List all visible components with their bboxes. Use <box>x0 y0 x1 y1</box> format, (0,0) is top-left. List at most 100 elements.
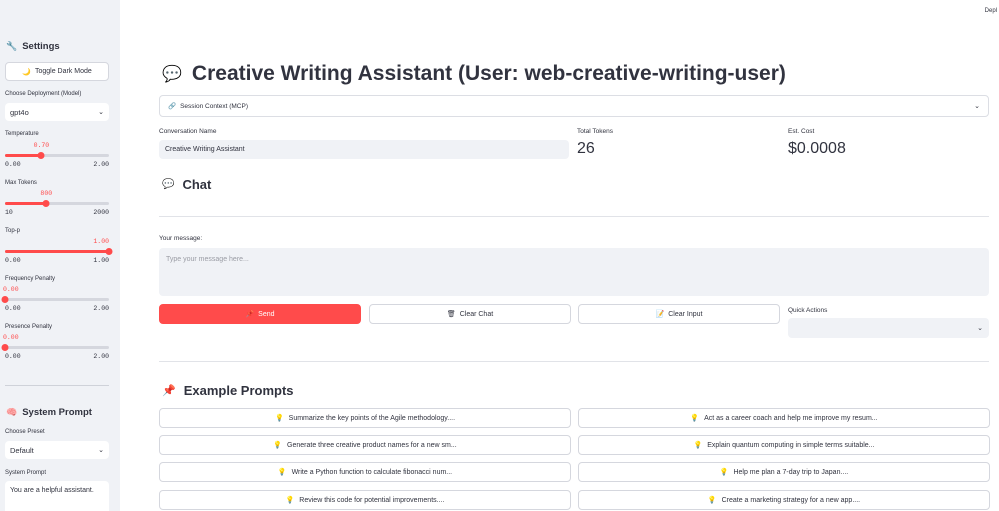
slider-max: 2.00 <box>93 161 109 168</box>
sidebar-divider <box>5 385 109 386</box>
examples-divider <box>159 361 989 362</box>
example-prompt-button[interactable]: 💡 Help me plan a 7-day trip to Japan.... <box>578 462 990 482</box>
system-prompt-title: System Prompt <box>22 407 92 418</box>
lightbulb-icon: 💡 <box>719 469 729 476</box>
slider-track[interactable] <box>1 296 109 303</box>
example-prompts-heading: 📌 Example Prompts <box>162 383 294 398</box>
example-prompt-button[interactable]: 💡 Explain quantum computing in simple ter… <box>578 435 990 455</box>
clear-chat-button[interactable]: 🗑 Clear Chat <box>369 304 571 324</box>
system-prompt-label: System Prompt <box>5 470 47 476</box>
memo-icon: 📝 <box>655 311 665 318</box>
system-prompt-textarea[interactable]: You are a helpful assistant. <box>5 481 109 511</box>
slider-min: 0.00 <box>5 257 21 264</box>
slider-max: 2000 <box>93 209 109 216</box>
slider-min: 0.00 <box>5 353 21 360</box>
conversation-name-label: Conversation Name <box>159 128 217 135</box>
preset-select[interactable]: Default ⌄ <box>5 441 109 459</box>
brain-icon: 🧠 <box>6 407 18 417</box>
est-cost-value: $0.0008 <box>788 140 846 157</box>
example-prompt-label: Explain quantum computing in simple term… <box>707 441 875 449</box>
toggle-dark-mode-button[interactable]: 🌙 Toggle Dark Mode <box>5 62 109 81</box>
est-cost-label: Est. Cost <box>788 128 815 135</box>
slider-thumb[interactable] <box>1 344 9 351</box>
toggle-dark-mode-label: Toggle Dark Mode <box>34 68 92 75</box>
chevron-down-icon: ⌄ <box>98 447 104 454</box>
clear-input-button[interactable]: 📝 Clear Input <box>578 304 780 324</box>
example-prompt-label: Act as a career coach and help me improv… <box>704 414 878 422</box>
deployment-select[interactable]: gpt4o ⌄ <box>5 103 109 121</box>
slider-fill <box>5 154 42 157</box>
slider-value: 0.00 <box>3 286 19 293</box>
session-context-expander[interactable]: 🔗 Session Context (MCP) ⌄ <box>159 95 989 117</box>
example-prompt-label: Summarize the key points of the Agile me… <box>288 414 456 422</box>
slider-fill <box>5 202 47 205</box>
slider-track[interactable] <box>5 248 113 255</box>
chat-divider <box>159 216 989 217</box>
slider-track[interactable] <box>5 152 109 159</box>
crescent-moon-icon: 🌙 <box>22 68 31 76</box>
example-prompt-button[interactable]: 💡 Summarize the key points of the Agile m… <box>159 408 571 428</box>
lightbulb-icon: 💡 <box>285 497 295 504</box>
preset-value: Default <box>10 445 34 455</box>
total-tokens-label: Total Tokens <box>577 128 614 135</box>
session-context-label: Session Context (MCP) <box>180 102 249 110</box>
page-title-text: Creative Writing Assistant (User: web-cr… <box>191 62 786 85</box>
lightbulb-icon: 💡 <box>693 442 703 449</box>
message-input[interactable]: Type your message here... <box>159 248 989 296</box>
conversation-name-input[interactable]: Creative Writing Assistant <box>159 140 569 159</box>
chat-title: Chat <box>182 177 212 192</box>
speech-balloon-icon: 💬 <box>162 179 175 190</box>
slider-value: 0.00 <box>3 334 19 341</box>
chat-heading: 💬 Chat <box>162 177 211 192</box>
slider-max: 2.00 <box>93 353 109 360</box>
slider-thumb[interactable] <box>37 152 45 159</box>
top-p-label: Top-p <box>5 228 21 234</box>
slider-min: 0.00 <box>5 305 21 312</box>
lightbulb-icon: 💡 <box>277 469 287 476</box>
total-tokens-value: 26 <box>577 140 595 157</box>
send-button[interactable]: 📌 Send <box>159 304 361 324</box>
example-prompt-label: Create a marketing strategy for a new ap… <box>721 496 861 504</box>
example-prompt-label: Help me plan a 7-day trip to Japan.... <box>733 468 849 476</box>
speech-balloon-icon: 💬 <box>162 66 182 83</box>
clear-input-label: Clear Input <box>668 310 703 318</box>
settings-title: Settings <box>22 41 60 52</box>
wastebasket-icon: 🗑 <box>446 311 456 318</box>
deploy-button[interactable]: Depl <box>985 8 997 14</box>
lightbulb-icon: 💡 <box>707 497 717 504</box>
pushpin-icon: 📌 <box>162 385 176 397</box>
example-prompt-label: Write a Python function to calculate fib… <box>291 468 453 476</box>
max-tokens-label: Max Tokens <box>5 180 37 186</box>
example-prompt-button[interactable]: 💡 Act as a career coach and help me impro… <box>578 408 990 428</box>
example-prompt-button[interactable]: 💡 Create a marketing strategy for a new a… <box>578 490 990 510</box>
settings-heading: 🔧 Settings <box>6 41 60 52</box>
deployment-label: Choose Deployment (Model) <box>5 91 82 97</box>
quick-actions-select[interactable]: ⌄ <box>788 318 989 338</box>
slider-thumb[interactable] <box>1 296 9 303</box>
slider-value: 800 <box>40 190 53 197</box>
sidebar: 🔧 Settings 🌙 Toggle Dark Mode Choose Dep… <box>0 0 120 511</box>
quick-actions-label: Quick Actions <box>788 307 828 314</box>
example-prompt-button[interactable]: 💡 Write a Python function to calculate fi… <box>159 462 571 482</box>
presence-penalty-label: Presence Penalty <box>5 324 53 330</box>
lightbulb-icon: 💡 <box>690 415 700 422</box>
slider-min: 10 <box>5 209 13 216</box>
slider-thumb[interactable] <box>42 200 50 207</box>
deployment-value: gpt4o <box>10 107 29 117</box>
preset-label: Choose Preset <box>5 429 45 435</box>
example-prompt-button[interactable]: 💡 Review this code for potential improvem… <box>159 490 571 510</box>
page-title: 💬 Creative Writing Assistant (User: web-… <box>162 62 786 86</box>
slider-value: 0.70 <box>33 142 50 149</box>
chevron-down-icon: ⌄ <box>977 325 983 332</box>
slider-fill <box>5 250 109 253</box>
example-prompt-button[interactable]: 💡 Generate three creative product names f… <box>159 435 571 455</box>
slider-track[interactable] <box>5 200 109 207</box>
slider-thumb[interactable] <box>105 248 113 255</box>
temperature-label: Temperature <box>5 131 39 137</box>
slider-track[interactable] <box>1 344 109 351</box>
chevron-down-icon: ⌄ <box>98 109 104 116</box>
example-prompt-label: Review this code for potential improveme… <box>299 496 445 504</box>
lightbulb-icon: 💡 <box>273 442 283 449</box>
clear-chat-label: Clear Chat <box>459 310 494 318</box>
slider-value: 1.00 <box>93 238 109 245</box>
